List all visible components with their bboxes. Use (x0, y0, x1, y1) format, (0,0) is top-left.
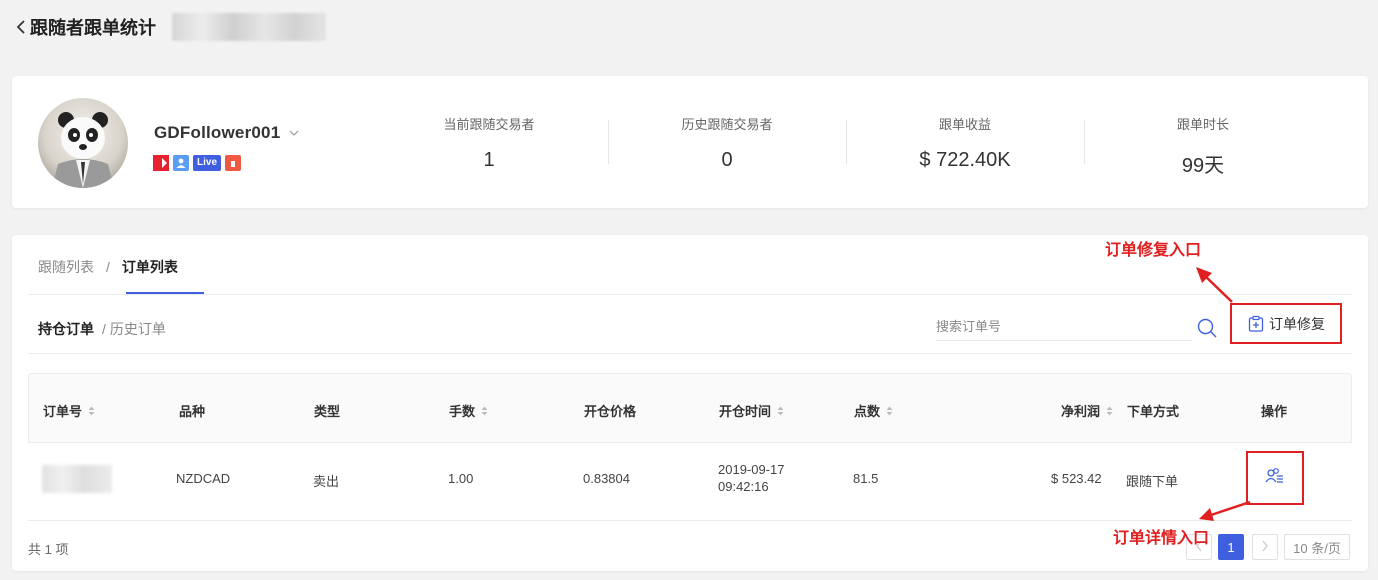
col-label: 下单方式 (1127, 404, 1180, 419)
col-net-profit[interactable]: 净利润 (1061, 401, 1113, 420)
search-input[interactable] (936, 313, 1192, 340)
stat-value: 0 (721, 149, 733, 171)
table-header: 订单号 品种 类型 手数 开仓价格 开仓时间 点数 净利润 下单方式 操作 (28, 373, 1352, 443)
page-1-button[interactable]: 1 (1218, 534, 1244, 560)
stat-label: 当前跟随交易者 (443, 117, 535, 132)
col-points[interactable]: 点数 (854, 401, 893, 420)
total-count: 共 1 项 (28, 542, 69, 557)
order-subtabs: 持仓订单 / 历史订单 (38, 319, 166, 339)
tab-divider (28, 294, 1352, 295)
red-badge-icon (225, 155, 242, 171)
col-label: 点数 (854, 404, 881, 419)
col-label: 开仓时间 (719, 404, 772, 419)
page-title: 跟随者跟单统计 (30, 18, 156, 38)
profile-card: GDFollower001 Live 当前跟随交易者 1 历史跟随交易者 0 跟… (12, 76, 1368, 208)
next-page-button[interactable] (1252, 534, 1278, 560)
blurred-order-no (42, 465, 112, 493)
order-list-card: 跟随列表 / 订单列表 持仓订单 / 历史订单 订单修复 订单号 品种 类型 (12, 235, 1368, 571)
annotation-detail-entry: 订单详情入口 (1113, 530, 1210, 547)
page-header: 跟随者跟单统计 (14, 10, 326, 44)
live-badge: Live (193, 155, 222, 171)
col-label: 操作 (1261, 404, 1288, 419)
flag-badge-icon (153, 155, 169, 171)
stat-label: 跟单收益 (938, 117, 991, 132)
cell-order-method: 跟随下单 (1126, 474, 1179, 489)
breadcrumb: 跟随列表 / 订单列表 (38, 257, 178, 277)
page-size-select[interactable]: 10 条/页 (1284, 534, 1350, 560)
search-field (936, 313, 1192, 341)
stat-current-traders: 当前跟随交易者 1 (370, 114, 608, 172)
tab-order-list[interactable]: 订单列表 (122, 257, 178, 277)
sort-icon[interactable] (481, 406, 488, 416)
breadcrumb-separator: / (106, 259, 110, 275)
stat-value: $ 722.40K (919, 149, 1011, 171)
col-label: 品种 (179, 404, 206, 419)
col-open-price: 开仓价格 (584, 401, 636, 420)
chevron-down-icon[interactable] (288, 128, 300, 138)
sort-icon[interactable] (886, 406, 893, 416)
cell-net-profit: $ 523.42 (1051, 471, 1102, 486)
stat-value: 99天 (1181, 155, 1225, 177)
stat-history-traders: 历史跟随交易者 0 (608, 114, 846, 172)
search-icon[interactable] (1196, 317, 1218, 339)
col-label: 订单号 (43, 404, 83, 419)
cell-open-date: 2019-09-17 (718, 462, 785, 477)
cell-points: 81.5 (853, 471, 879, 486)
username: GDFollower001 (154, 123, 281, 142)
col-type: 类型 (314, 401, 340, 420)
stat-value: 1 (483, 149, 495, 171)
table-row: NZDCAD 卖出 1.00 0.83804 2019-09-17 09:42:… (28, 443, 1352, 521)
cell-symbol: NZDCAD (176, 471, 231, 486)
stat-duration: 跟单时长 99天 (1084, 114, 1322, 178)
panda-avatar-icon (52, 112, 114, 188)
col-actions: 操作 (1261, 401, 1287, 420)
sort-icon[interactable] (88, 406, 95, 416)
badge-row: Live (153, 155, 242, 171)
tab-follow-list[interactable]: 跟随列表 (38, 257, 94, 277)
sort-icon[interactable] (1106, 406, 1113, 416)
username-row[interactable]: GDFollower001 (154, 123, 300, 143)
order-detail-button[interactable] (1246, 451, 1304, 505)
col-open-time[interactable]: 开仓时间 (719, 401, 784, 420)
col-order-no[interactable]: 订单号 (43, 401, 95, 420)
stat-label: 历史跟随交易者 (681, 117, 773, 132)
avatar (38, 98, 128, 188)
blurred-trader-name (172, 13, 326, 41)
cell-open-price: 0.83804 (583, 471, 630, 486)
col-label: 手数 (449, 404, 476, 419)
subtab-separator: / (102, 321, 106, 337)
subtab-history-orders[interactable]: 历史订单 (110, 319, 166, 339)
users-list-icon (1265, 467, 1285, 490)
stat-label: 跟单时长 (1176, 117, 1229, 132)
user-badge-icon (173, 155, 189, 171)
sort-icon[interactable] (777, 406, 784, 416)
order-repair-button[interactable]: 订单修复 (1230, 303, 1342, 344)
col-label: 类型 (314, 404, 341, 419)
clipboard-plus-icon (1247, 315, 1265, 333)
col-label: 净利润 (1061, 404, 1101, 419)
cell-open-time: 09:42:16 (718, 479, 769, 494)
annotation-repair-entry: 订单修复入口 (1105, 242, 1202, 259)
chevron-right-icon (1261, 540, 1269, 555)
stat-profit: 跟单收益 $ 722.40K (846, 114, 1084, 172)
cell-type: 卖出 (313, 474, 340, 489)
toolbar-divider (28, 353, 1352, 354)
cell-lots: 1.00 (448, 471, 474, 486)
col-lots[interactable]: 手数 (449, 401, 488, 420)
order-repair-label: 订单修复 (1269, 315, 1325, 332)
col-order-method: 下单方式 (1127, 401, 1179, 420)
col-label: 开仓价格 (584, 404, 637, 419)
chevron-left-icon[interactable] (14, 17, 28, 37)
col-symbol: 品种 (179, 401, 205, 420)
subtab-open-orders[interactable]: 持仓订单 (38, 319, 94, 339)
